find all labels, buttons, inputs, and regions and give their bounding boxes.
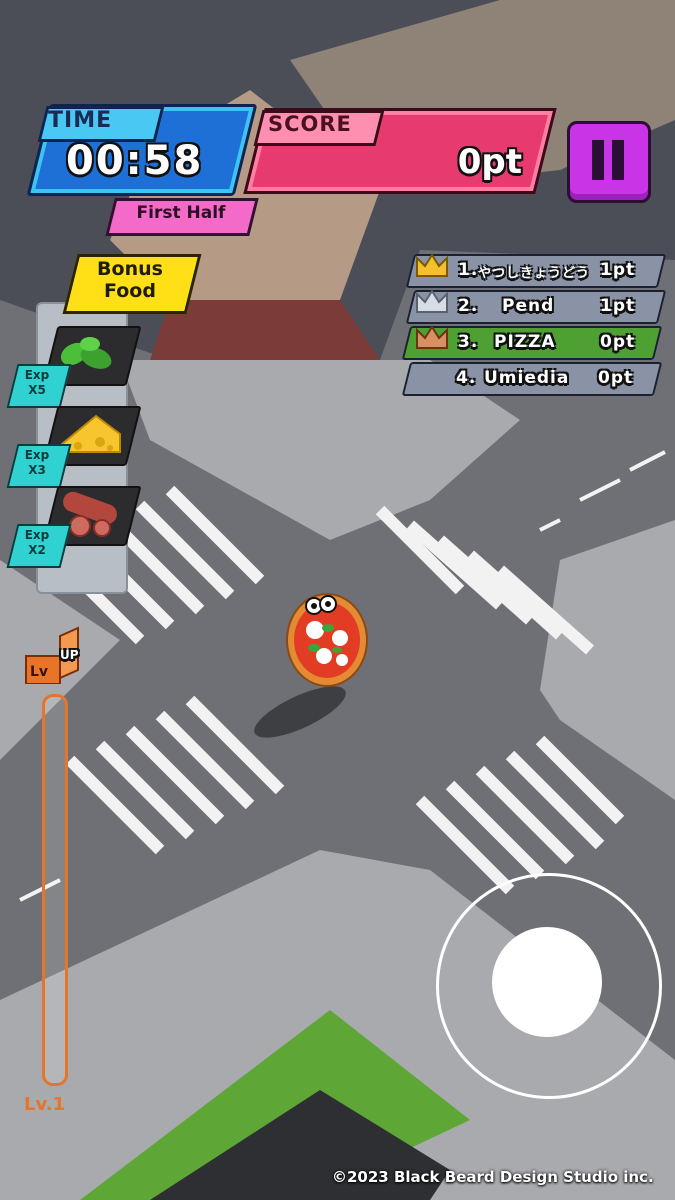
leaderboard-name: やつしきょうどう [478, 266, 591, 281]
level-indicator: Lv.1 [24, 1094, 66, 1115]
match-half-label: First Half [136, 203, 226, 223]
exp-multiplier-1: Exp X5 [24, 368, 50, 397]
level-flag-label: Lv [30, 664, 49, 680]
score-label: SCORE [268, 112, 352, 136]
leaderboard-rank: 1. [458, 260, 479, 280]
time-panel: TIME 00:58 [26, 104, 258, 196]
gold-crown-icon [416, 253, 448, 277]
leaderboard-points: 0pt [600, 332, 636, 352]
leaderboard-name: Umiedia [484, 368, 570, 388]
copyright-notice: ©2023 Black Beard Design Studio inc. [332, 1168, 654, 1186]
time-label: TIME [48, 108, 113, 133]
leaderboard-rank: 2. [458, 296, 479, 316]
pause-button[interactable] [567, 121, 651, 203]
leaderboard-points: 1pt [600, 260, 636, 280]
time-remaining: 00:58 [66, 138, 204, 184]
leaderboard-rank: 4. [456, 368, 477, 388]
level-progress-gauge [42, 694, 68, 1086]
joystick-knob[interactable] [492, 927, 602, 1037]
exp-multiplier-2: Exp X3 [24, 448, 50, 477]
score-value: 0pt [457, 142, 522, 182]
leaderboard-points: 0pt [598, 368, 634, 388]
leaderboard-rank: 3. [458, 332, 479, 352]
exp-multiplier-3: Exp X2 [24, 528, 50, 557]
bronze-crown-icon [416, 325, 448, 349]
pizza-player-character [286, 593, 368, 687]
score-panel: SCORE 0pt [243, 108, 557, 194]
leaderboard-name: Pend [502, 296, 555, 316]
bonus-food-label: Bonus Food [97, 258, 163, 302]
level-up-label: UP [60, 648, 79, 662]
silver-crown-icon [416, 289, 448, 313]
leaderboard-points: 1pt [600, 296, 636, 316]
leaderboard-name: PIZZA [494, 332, 556, 352]
